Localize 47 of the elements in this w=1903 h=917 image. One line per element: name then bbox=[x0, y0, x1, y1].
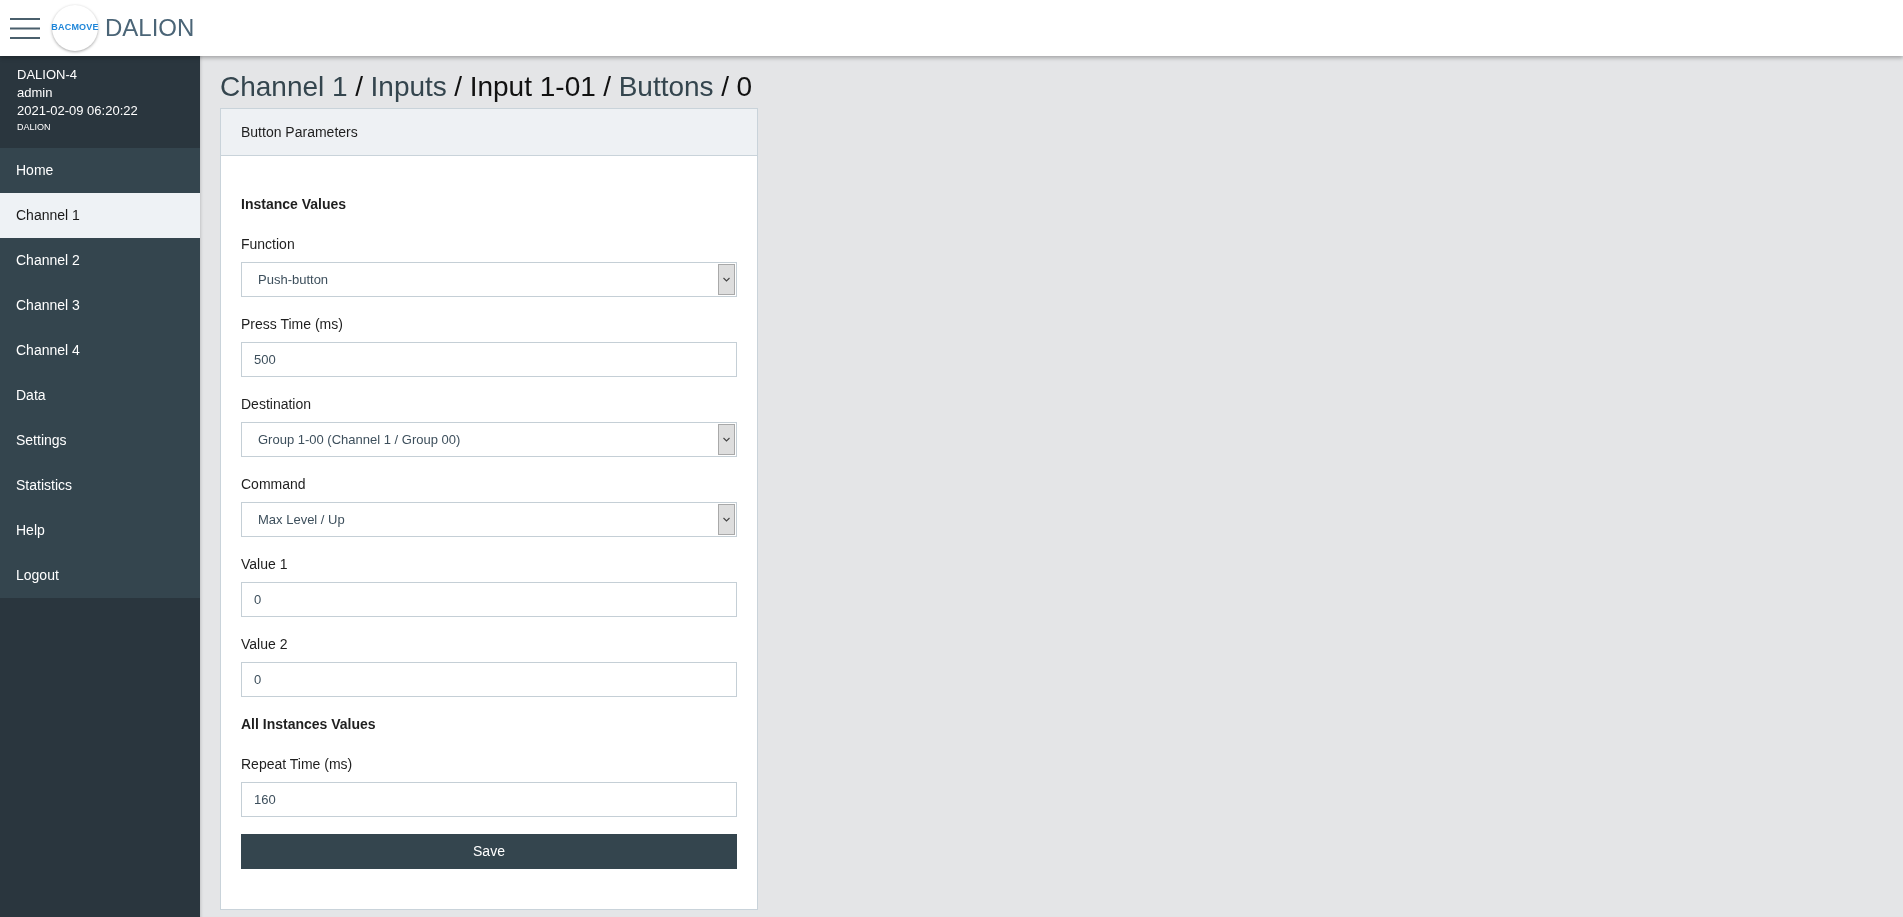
breadcrumb-link[interactable]: Channel 1 bbox=[220, 71, 348, 102]
dropdown-field[interactable]: Push-button bbox=[241, 262, 737, 297]
input-field[interactable]: 0 bbox=[241, 582, 737, 617]
nav-link[interactable]: Logout bbox=[0, 553, 200, 598]
nav-link[interactable]: Data bbox=[0, 373, 200, 418]
field-label: Value 1 bbox=[241, 555, 289, 574]
input-field[interactable]: 0 bbox=[241, 662, 737, 697]
field-label: Press Time (ms) bbox=[241, 315, 344, 334]
breadcrumb-separator: / bbox=[603, 71, 612, 102]
save-button[interactable]: Save bbox=[241, 834, 737, 869]
user-name: admin bbox=[17, 84, 54, 102]
field-label: Function bbox=[241, 235, 296, 254]
nav-link[interactable]: Help bbox=[0, 508, 200, 553]
nav-link[interactable]: Channel 1 bbox=[0, 193, 200, 238]
dropdown-field[interactable]: Group 1-00 (Channel 1 / Group 00) bbox=[241, 422, 737, 457]
section-heading: Instance Values bbox=[241, 195, 348, 214]
device-name: DALION-4 bbox=[17, 66, 78, 84]
nav-link[interactable]: Statistics bbox=[0, 463, 200, 508]
breadcrumb-link[interactable]: Inputs bbox=[370, 71, 447, 102]
breadcrumb-link[interactable]: Buttons bbox=[618, 71, 714, 102]
date-time: 2021-02-09 06:20:22 bbox=[17, 102, 139, 120]
chevron-down-icon bbox=[718, 504, 735, 535]
field-label: Command bbox=[241, 475, 307, 494]
brand-name: DALION bbox=[105, 14, 195, 42]
breadcrumb-separator: / bbox=[454, 71, 463, 102]
menu-icon[interactable] bbox=[10, 17, 40, 39]
logo: BACMOVE bbox=[52, 5, 98, 51]
field-label: Repeat Time (ms) bbox=[241, 755, 354, 774]
breadcrumb-current: 0 bbox=[736, 71, 753, 102]
breadcrumb-separator: / bbox=[355, 71, 363, 102]
nav-link[interactable]: Channel 2 bbox=[0, 238, 200, 283]
nav-link[interactable]: Home bbox=[0, 148, 200, 193]
input-field[interactable]: 500 bbox=[241, 342, 737, 377]
dropdown-field[interactable]: Max Level / Up bbox=[241, 502, 737, 537]
breadcrumb-current: Input 1-01 bbox=[469, 71, 596, 102]
card-header: Button Parameters bbox=[221, 109, 757, 156]
nav-link[interactable]: Settings bbox=[0, 418, 200, 463]
chevron-down-icon bbox=[718, 264, 735, 295]
chevron-down-icon bbox=[718, 424, 735, 455]
field-label: Destination bbox=[241, 395, 313, 414]
input-field[interactable]: 160 bbox=[241, 782, 737, 817]
nav-link[interactable]: Channel 4 bbox=[0, 328, 200, 373]
field-label: Value 2 bbox=[241, 635, 289, 654]
breadcrumb-separator: / bbox=[721, 71, 729, 102]
section-heading: All Instances Values bbox=[241, 715, 377, 734]
nav-link[interactable]: Channel 3 bbox=[0, 283, 200, 328]
product-name: DALION bbox=[17, 121, 52, 134]
